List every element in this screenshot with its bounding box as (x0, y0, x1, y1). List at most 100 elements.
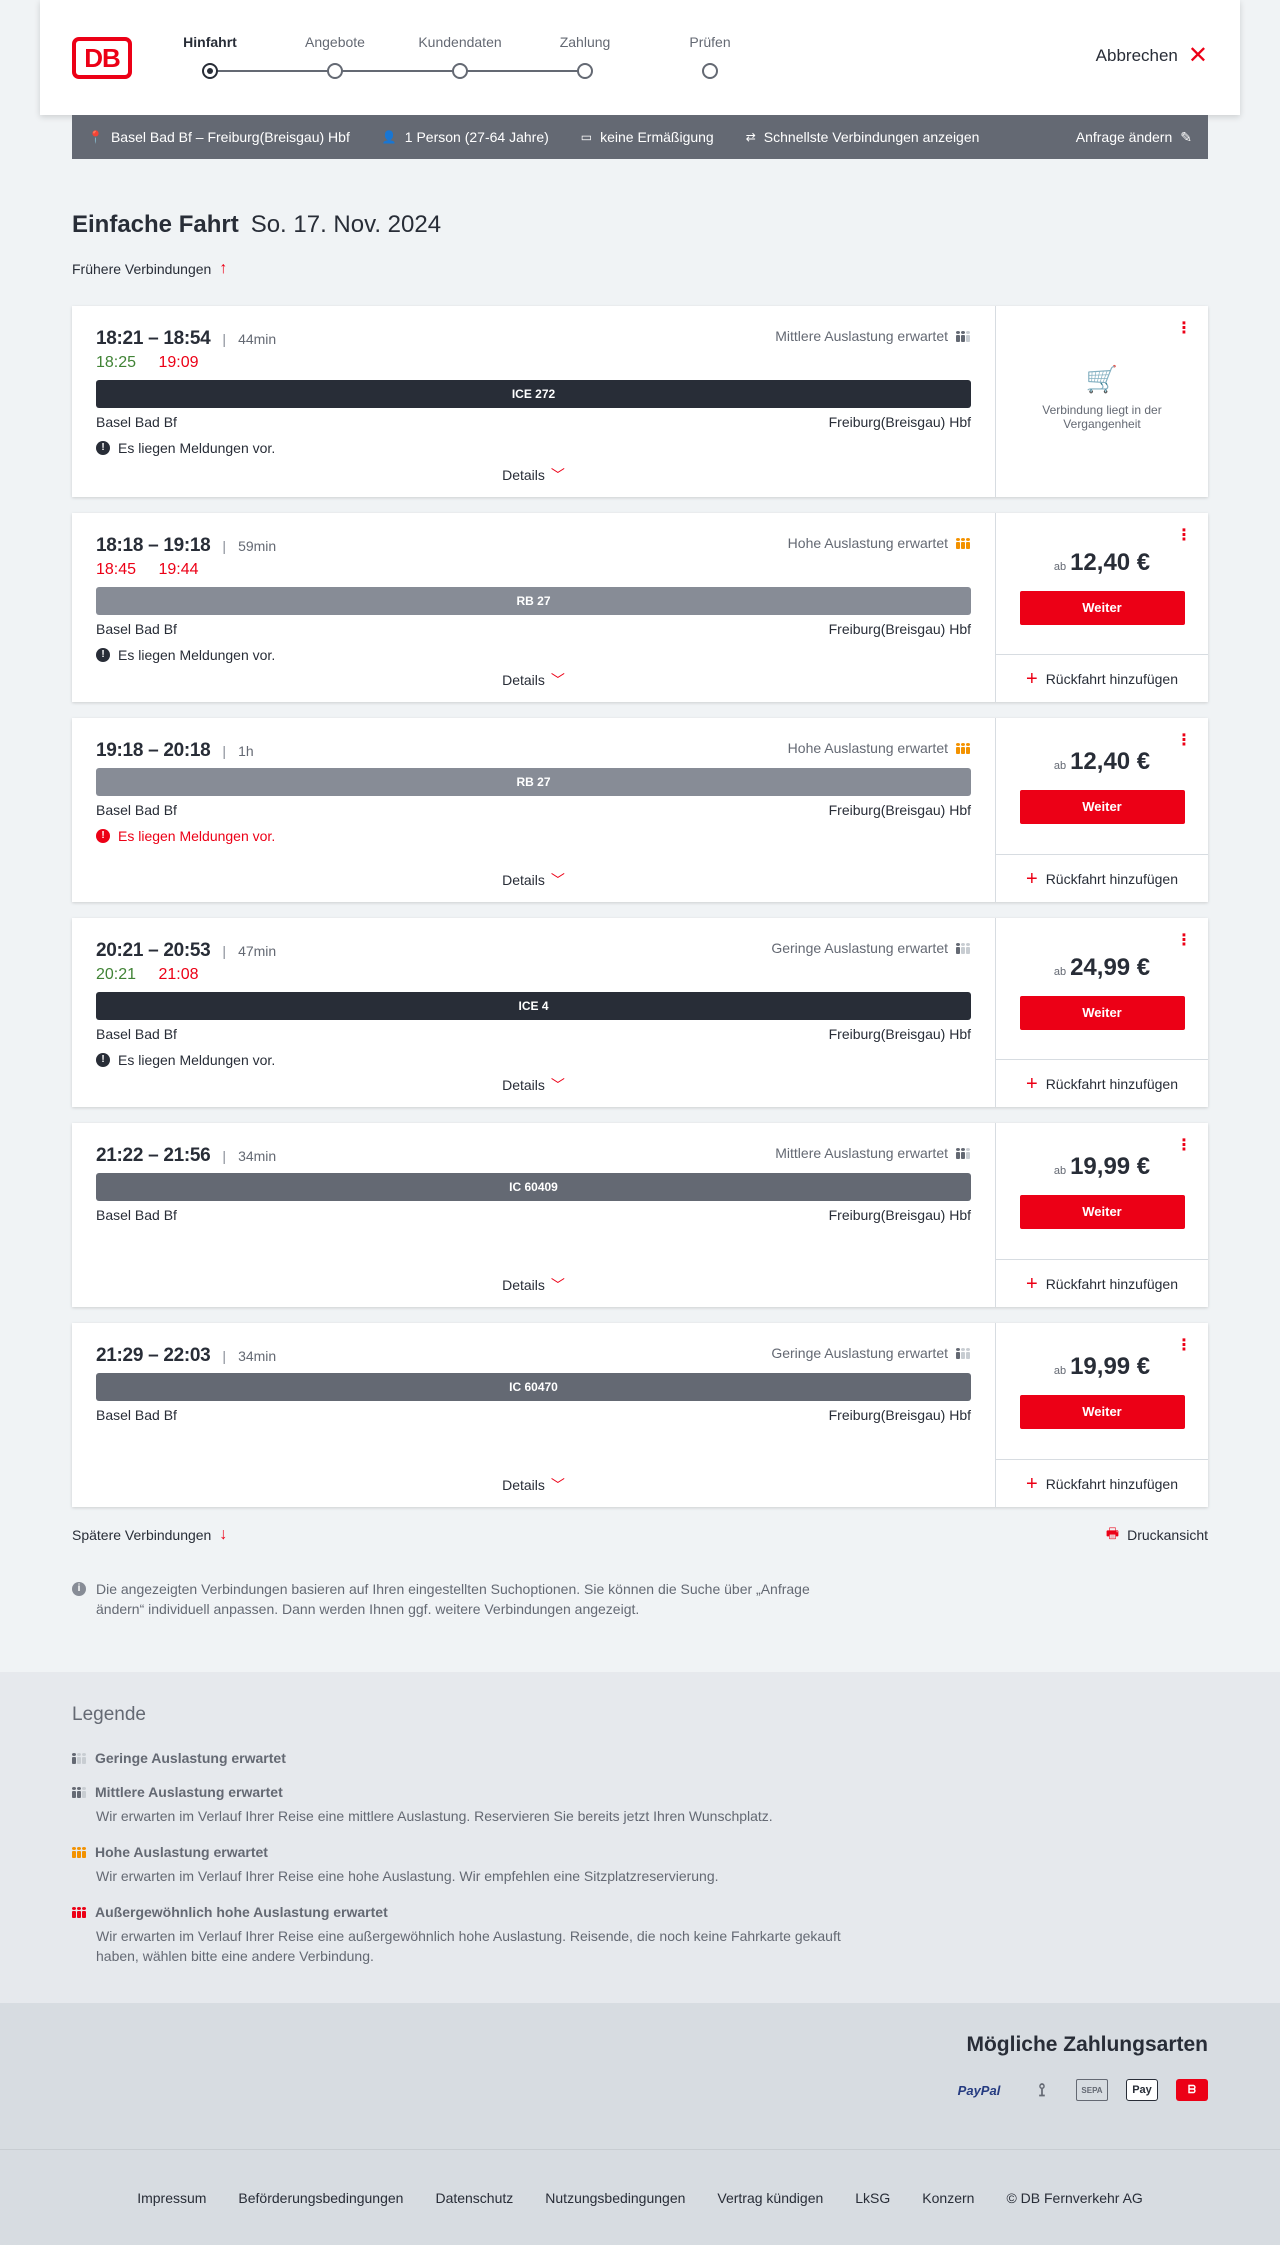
separator: | (222, 1148, 227, 1164)
search-discount[interactable]: ▭ keine Ermäßigung (581, 129, 714, 145)
details-label: Details (502, 1077, 545, 1093)
footer-link-konzern[interactable]: Konzern (922, 2190, 974, 2206)
continue-button[interactable]: Weiter (1019, 1395, 1185, 1429)
earlier-connections-link[interactable]: Frühere Verbindungen ↑ (72, 259, 1208, 279)
paypal-icon: PayPal (957, 2082, 1001, 2098)
details-toggle[interactable]: Details ﹀ (72, 670, 995, 690)
add-return-button[interactable]: + Rückfahrt hinzufügen (996, 654, 1208, 702)
price-panel: ⋮ 🛒 Verbindung liegt in der Vergangenhei… (995, 306, 1208, 497)
train-bar[interactable]: ICE 4 (96, 992, 971, 1020)
connection-details: 20:21 – 20:53 | 47min Geringe Auslastung… (72, 918, 995, 1107)
occupancy-info: Hohe Auslastung erwartet (788, 535, 971, 551)
add-return-button[interactable]: + Rückfahrt hinzufügen (996, 854, 1208, 902)
plus-icon: + (1026, 667, 1038, 690)
details-label: Details (502, 1477, 545, 1493)
continue-button[interactable]: Weiter (1019, 996, 1185, 1030)
edit-request-label: Anfrage ändern (1075, 129, 1173, 145)
page-title-main: Einfache Fahrt (72, 211, 239, 238)
details-toggle[interactable]: Details ﹀ (72, 465, 995, 485)
chevron-down-icon: ﹀ (550, 672, 565, 688)
occupancy-label: Hohe Auslastung erwartet (787, 535, 948, 551)
price-prefix: ab (1053, 1365, 1067, 1377)
search-route-label: Basel Bad Bf – Freiburg(Breisgau) Hbf (110, 129, 350, 145)
footer-link-lksg[interactable]: LkSG (855, 2190, 890, 2206)
connection-details: 21:29 – 22:03 | 34min Geringe Auslastung… (72, 1323, 995, 1507)
step-label: Angebote (305, 34, 365, 50)
occupancy-label: Mittlere Auslastung erwartet (775, 1145, 948, 1161)
legend-item-title: Hohe Auslastung erwartet (95, 1844, 268, 1860)
connection-card[interactable]: 20:21 – 20:53 | 47min Geringe Auslastung… (72, 918, 1208, 1107)
connection-card[interactable]: 21:29 – 22:03 | 34min Geringe Auslastung… (72, 1323, 1208, 1507)
legend-section: Legende Geringe Auslastung erwartet Mitt… (0, 1672, 1280, 2003)
info-note: i Die angezeigten Verbindungen basieren … (72, 1579, 852, 1619)
search-summary-bar: 📍 Basel Bad Bf – Freiburg(Breisgau) Hbf … (72, 115, 1208, 159)
continue-button[interactable]: Weiter (1019, 790, 1185, 824)
occupancy-low-icon (72, 1752, 87, 1764)
footer-link-datenschutz[interactable]: Datenschutz (435, 2190, 513, 2206)
connection-card[interactable]: 18:18 – 19:18 | 59min Hohe Auslastung er… (72, 513, 1208, 702)
earlier-connections-label: Frühere Verbindungen (72, 261, 212, 277)
chevron-down-icon: ﹀ (550, 1077, 565, 1093)
occupancy-extreme-icon (72, 1906, 87, 1918)
train-bar[interactable]: ICE 272 (96, 380, 971, 408)
add-return-button[interactable]: + Rückfahrt hinzufügen (996, 1059, 1208, 1107)
train-bar[interactable]: IC 60409 (96, 1173, 971, 1201)
more-options-icon[interactable]: ⋮ (1176, 318, 1192, 338)
price-panel: ⋮ ab 12,40 € Weiter + Rückfahrt hinzufüg… (995, 513, 1208, 702)
legend-item-desc: Wir erwarten im Verlauf Ihrer Reise eine… (96, 1808, 773, 1824)
db-logo[interactable]: DB (72, 37, 132, 79)
connection-duration: 34min (238, 1148, 277, 1164)
add-return-label: Rückfahrt hinzufügen (1045, 1275, 1178, 1292)
connection-card[interactable]: 21:22 – 21:56 | 34min Mittlere Auslastun… (72, 1123, 1208, 1307)
train-bar[interactable]: RB 27 (96, 768, 971, 796)
footer-link-nutzungsbedingungen[interactable]: Nutzungsbedingungen (545, 2190, 685, 2206)
stations: Basel Bad Bf Freiburg(Breisgau) Hbf (96, 1207, 971, 1227)
details-toggle[interactable]: Details ﹀ (72, 1075, 995, 1095)
details-toggle[interactable]: Details ﹀ (72, 1475, 995, 1495)
chevron-down-icon: ﹀ (550, 1277, 565, 1293)
price: ab 24,99 € (996, 954, 1208, 982)
train-bar[interactable]: IC 60470 (96, 1373, 971, 1401)
step-pruefen: Prüfen (650, 34, 770, 79)
notice-text: Es liegen Meldungen vor. (118, 1052, 276, 1068)
connection-card[interactable]: 18:21 – 18:54 | 44min Mittlere Auslastun… (72, 306, 1208, 497)
search-route[interactable]: 📍 Basel Bad Bf – Freiburg(Breisgau) Hbf (88, 129, 350, 145)
search-passengers[interactable]: 👤 1 Person (27-64 Jahre) (382, 129, 549, 145)
footer-link-befoerderungsbedingungen[interactable]: Beförderungsbedingungen (238, 2190, 403, 2206)
later-connections-link[interactable]: Spätere Verbindungen ↓ (72, 1526, 227, 1544)
details-toggle[interactable]: Details ﹀ (72, 870, 995, 890)
edit-request-button[interactable]: Anfrage ändern ✎ (1076, 115, 1192, 159)
connection-times: 18:18 – 19:18 (96, 535, 211, 556)
exclamation-icon: ! (96, 648, 110, 662)
step-label: Prüfen (689, 34, 731, 50)
contactless-card-icon: ⟟ (1038, 2079, 1046, 2100)
continue-button[interactable]: Weiter (1019, 591, 1185, 625)
add-return-button[interactable]: + Rückfahrt hinzufügen (996, 1259, 1208, 1307)
legend-item-desc: Wir erwarten im Verlauf Ihrer Reise eine… (96, 1928, 841, 1964)
price-value: 12,40 € (1070, 748, 1151, 775)
cancel-button[interactable]: Abbrechen ✕ (1096, 44, 1208, 68)
sepa-icon: SEPA (1076, 2079, 1108, 2101)
realtime-times: 20:21 21:08 (96, 966, 971, 988)
print-view-link[interactable]: 🖶 Druckansicht (1106, 1523, 1208, 1547)
continue-button[interactable]: Weiter (1019, 1195, 1185, 1229)
price: ab 19,99 € (996, 1353, 1208, 1381)
plus-icon: + (1026, 867, 1038, 890)
swap-arrows-icon: ⇄ (745, 130, 756, 144)
footer-link-impressum[interactable]: Impressum (137, 2190, 206, 2206)
add-return-button[interactable]: + Rückfahrt hinzufügen (996, 1459, 1208, 1507)
details-toggle[interactable]: Details ﹀ (72, 1275, 995, 1295)
connection-details: 19:18 – 20:18 | 1h Hohe Auslastung erwar… (72, 718, 995, 902)
arrival-station: Freiburg(Breisgau) Hbf (828, 1207, 971, 1223)
occupancy-info: Geringe Auslastung erwartet (771, 940, 971, 956)
search-fastest[interactable]: ⇄ Schnellste Verbindungen anzeigen (746, 129, 980, 145)
connection-card[interactable]: 19:18 – 20:18 | 1h Hohe Auslastung erwar… (72, 718, 1208, 902)
train-bar[interactable]: RB 27 (96, 587, 971, 615)
location-pin-icon: 📍 (88, 130, 103, 144)
occupancy-label: Hohe Auslastung erwartet (787, 740, 948, 756)
connection-duration: 44min (238, 331, 277, 347)
footer-link-vertrag-kuendigen[interactable]: Vertrag kündigen (717, 2190, 823, 2206)
departure-station: Basel Bad Bf (96, 414, 177, 430)
stations: Basel Bad Bf Freiburg(Breisgau) Hbf (96, 1407, 971, 1427)
plus-icon: + (1026, 1072, 1038, 1095)
